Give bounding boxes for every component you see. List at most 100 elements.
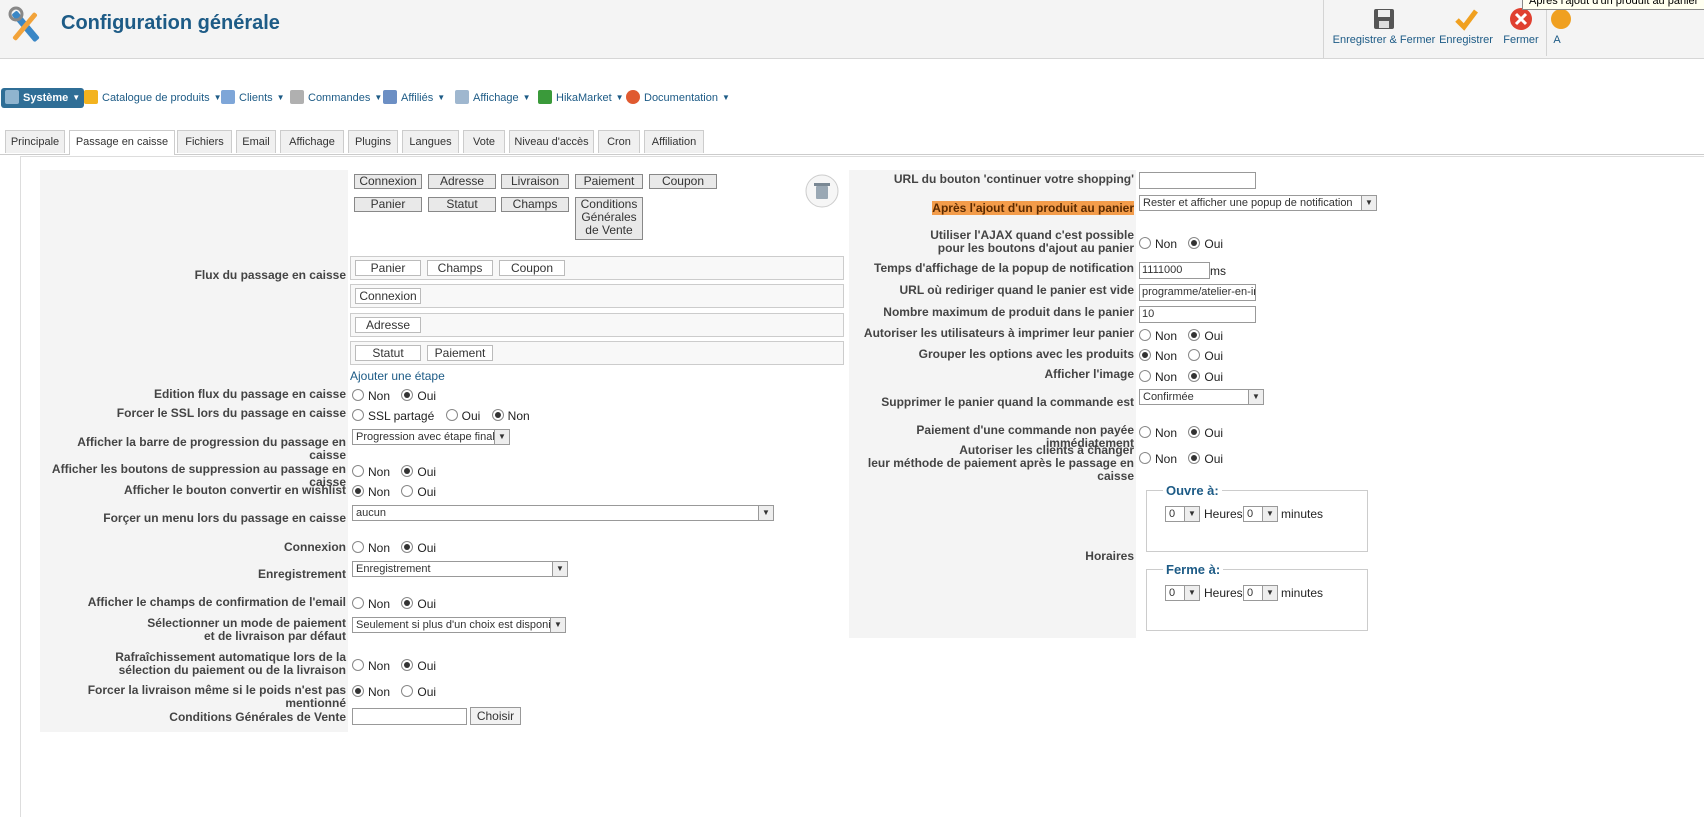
flow-step-adresse[interactable]: Adresse [355, 317, 421, 333]
chevron-down-icon: ▼ [1248, 390, 1263, 404]
continue-url-input[interactable] [1139, 172, 1256, 189]
radio-non[interactable] [352, 465, 364, 477]
chevron-down-icon: ▼ [437, 93, 446, 102]
flow-step-row-3[interactable]: Adresse [350, 313, 844, 337]
radio-oui[interactable] [401, 541, 414, 553]
step-chip-coupon[interactable]: Coupon [649, 174, 717, 189]
trash-icon[interactable] [804, 173, 840, 209]
tab-affichage[interactable]: Affichage [280, 130, 344, 153]
max-products-input[interactable]: 10 [1139, 306, 1256, 323]
radio-oui[interactable] [445, 409, 458, 421]
menu-catalogue[interactable]: Catalogue de produits ▼ [84, 88, 222, 108]
label-force-menu: Forçer un menu lors du passage en caisse [103, 511, 346, 525]
save-button[interactable]: Enregistrer [1438, 0, 1494, 56]
radio-oui[interactable] [1188, 329, 1201, 341]
tab-langues[interactable]: Langues [402, 130, 459, 153]
tab-plugins[interactable]: Plugins [348, 130, 398, 153]
label-force-ssl: Forcer le SSL lors du passage en caisse [116, 406, 346, 420]
menu-clients[interactable]: Clients ▼ [221, 88, 285, 108]
flow-step-row-1[interactable]: Panier Champs Coupon [350, 256, 844, 280]
empty-url-input[interactable]: programme/atelier-en-imm [1139, 284, 1256, 301]
force-menu-select[interactable]: aucun ▼ [352, 505, 774, 521]
radio-oui[interactable] [401, 465, 414, 477]
label-checkout-flow: Flux du passage en caisse [194, 268, 346, 282]
radio-non[interactable] [491, 409, 504, 421]
label-edit-flow: Edition flux du passage en caisse [153, 387, 346, 401]
tab-principale[interactable]: Principale [5, 130, 65, 153]
default-method-select[interactable]: Seulement si plus d'un choix est disponi… [352, 617, 566, 633]
menu-affichage[interactable]: Affichage ▼ [455, 88, 531, 108]
menu-affilies[interactable]: Affiliés ▼ [383, 88, 445, 108]
step-chip-statut[interactable]: Statut [428, 197, 496, 212]
flow-step-connexion[interactable]: Connexion [355, 288, 421, 304]
radio-ssl-shared[interactable] [352, 409, 364, 421]
flow-step-row-2[interactable]: Connexion [350, 284, 844, 308]
registration-select[interactable]: Enregistrement ▼ [352, 561, 568, 577]
tab-niveau-acces[interactable]: Niveau d'accès [509, 130, 594, 153]
tab-passage-en-caisse[interactable]: Passage en caisse [69, 130, 175, 155]
save-close-button[interactable]: Enregistrer & Fermer [1330, 0, 1438, 56]
step-chip-panier[interactable]: Panier [354, 197, 422, 212]
tab-affiliation[interactable]: Affiliation [644, 130, 704, 153]
radio-non[interactable] [1139, 452, 1151, 464]
radio-non[interactable] [352, 541, 364, 553]
close-minute-select[interactable]: 0 ▼ [1243, 585, 1278, 601]
display-icon [455, 90, 469, 104]
radio-non[interactable] [352, 597, 364, 609]
choose-button[interactable]: Choisir [470, 707, 521, 725]
radio-non[interactable] [1139, 329, 1151, 341]
radio-non[interactable] [352, 485, 364, 497]
flow-step-coupon[interactable]: Coupon [499, 260, 565, 276]
after-add-select[interactable]: Rester et afficher une popup de notifica… [1139, 195, 1377, 211]
step-chip-livraison[interactable]: Livraison [501, 174, 569, 189]
step-chip-cgv[interactable]: Conditions Générales de Vente [575, 197, 643, 240]
add-step-link[interactable]: Ajouter une étape [350, 369, 445, 383]
chevron-down-icon: ▼ [1184, 586, 1199, 600]
popup-time-input[interactable]: 1111000 [1139, 262, 1210, 279]
flow-step-panier[interactable]: Panier [355, 260, 421, 276]
menu-systeme[interactable]: Système ▼ [1, 88, 85, 108]
progress-bar-select[interactable]: Progression avec étape finale ▼ [352, 429, 510, 445]
radio-non[interactable] [1139, 426, 1151, 438]
step-chip-connexion[interactable]: Connexion [354, 174, 422, 189]
chevron-down-icon: ▼ [522, 93, 531, 102]
radio-oui[interactable] [1188, 237, 1201, 249]
radio-oui[interactable] [1188, 452, 1201, 464]
radio-non[interactable] [352, 685, 364, 697]
radio-oui[interactable] [1188, 349, 1201, 361]
step-chip-champs[interactable]: Champs [501, 197, 569, 212]
tab-email[interactable]: Email [236, 130, 276, 153]
radio-non[interactable] [1139, 349, 1151, 361]
tab-fichiers[interactable]: Fichiers [177, 130, 232, 153]
radio-non[interactable] [352, 389, 364, 401]
radio-oui[interactable] [1188, 370, 1201, 382]
flow-step-champs[interactable]: Champs [427, 260, 493, 276]
terms-input[interactable] [352, 708, 467, 725]
radio-oui[interactable] [401, 597, 414, 609]
open-hour-select[interactable]: 0 ▼ [1165, 506, 1200, 522]
tab-cron[interactable]: Cron [598, 130, 640, 153]
radio-non[interactable] [1139, 370, 1151, 382]
close-hour-select[interactable]: 0 ▼ [1165, 585, 1200, 601]
step-chip-adresse[interactable]: Adresse [428, 174, 496, 189]
radio-oui[interactable] [1188, 426, 1201, 438]
chevron-down-icon: ▼ [276, 93, 285, 102]
flow-step-paiement[interactable]: Paiement [427, 345, 493, 361]
flow-step-row-4[interactable]: Statut Paiement [350, 341, 844, 365]
flow-step-statut[interactable]: Statut [355, 345, 421, 361]
radio-non[interactable] [1139, 237, 1151, 249]
open-minute-select[interactable]: 0 ▼ [1243, 506, 1278, 522]
radio-oui[interactable] [401, 659, 414, 671]
edit-flow-radio-group: Non Oui [352, 389, 436, 403]
step-chip-paiement[interactable]: Paiement [575, 174, 643, 189]
tab-vote[interactable]: Vote [463, 130, 505, 153]
menu-documentation[interactable]: Documentation ▼ [626, 88, 730, 108]
menu-hikamarket[interactable]: HikaMarket ▼ [538, 88, 624, 108]
menu-commandes[interactable]: Commandes ▼ [290, 88, 382, 108]
radio-oui[interactable] [401, 685, 414, 697]
radio-non[interactable] [352, 659, 364, 671]
delete-cart-select[interactable]: Confirmée ▼ [1139, 389, 1264, 405]
radio-oui[interactable] [401, 389, 414, 401]
radio-oui[interactable] [401, 485, 414, 497]
page-title: Configuration générale [61, 12, 280, 34]
